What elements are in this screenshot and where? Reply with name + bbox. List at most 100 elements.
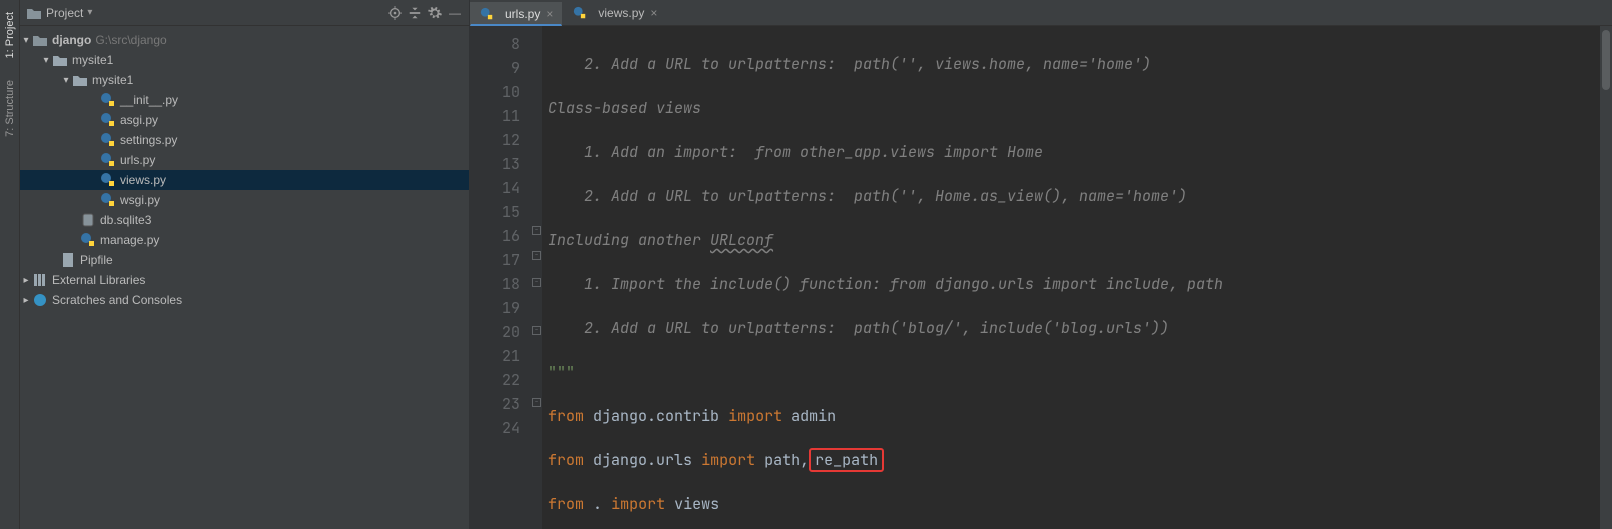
tree-file-db[interactable]: db.sqlite3 xyxy=(20,210,469,230)
python-file-icon xyxy=(100,152,116,168)
line-number[interactable]: 22 xyxy=(470,368,520,392)
tree-label: Pipfile xyxy=(80,253,113,267)
code-text: views xyxy=(674,494,719,514)
code-text: re_path xyxy=(815,450,878,470)
code-area: 89101112131415161718192021222324 - - - -… xyxy=(470,26,1612,529)
tree-root-path: G:\src\django xyxy=(95,33,166,47)
hide-panel-icon[interactable]: — xyxy=(445,3,465,23)
project-header: Project ▾ — xyxy=(20,0,469,26)
line-number[interactable]: 11 xyxy=(470,104,520,128)
scratches-icon xyxy=(32,292,48,308)
fold-marker[interactable]: - xyxy=(532,398,541,407)
tree-file-views[interactable]: views.py xyxy=(20,170,469,190)
code-editor[interactable]: 2. Add a URL to urlpatterns: path('', vi… xyxy=(542,26,1612,529)
fold-marker[interactable]: - xyxy=(532,226,541,235)
line-number[interactable]: 18 xyxy=(470,272,520,296)
close-icon[interactable]: × xyxy=(650,6,657,20)
tree-folder-mysite1-inner[interactable]: ▾ mysite1 xyxy=(20,70,469,90)
project-panel: Project ▾ — ▾ django G:\src\django ▾ xyxy=(20,0,470,529)
line-number[interactable]: 21 xyxy=(470,344,520,368)
tool-project[interactable]: 1: Project xyxy=(4,12,16,58)
fold-marker[interactable]: - xyxy=(532,251,541,260)
code-text: 1. Import the include() function: from d… xyxy=(548,274,1223,294)
settings-icon[interactable] xyxy=(425,3,445,23)
code-text: import xyxy=(701,450,755,470)
tool-structure[interactable]: 7: Structure xyxy=(4,80,16,137)
line-number[interactable]: 19 xyxy=(470,296,520,320)
tree-label: Scratches and Consoles xyxy=(52,293,182,307)
annotation-box-repath: re_path xyxy=(809,448,884,472)
project-header-title[interactable]: Project xyxy=(46,6,83,20)
code-text: """ xyxy=(548,362,575,382)
scrollbar-thumb[interactable] xyxy=(1602,30,1610,90)
python-file-icon xyxy=(100,92,116,108)
tab-label: views.py xyxy=(598,6,644,20)
code-text: admin xyxy=(791,406,836,426)
line-number[interactable]: 16 xyxy=(470,224,520,248)
tree-file-manage[interactable]: manage.py xyxy=(20,230,469,250)
tab-views[interactable]: views.py × xyxy=(563,1,666,25)
line-number[interactable]: 15 xyxy=(470,200,520,224)
python-file-icon xyxy=(80,232,96,248)
code-text: . xyxy=(593,494,602,514)
line-number[interactable]: 20 xyxy=(470,320,520,344)
line-number[interactable]: 10 xyxy=(470,80,520,104)
left-tool-strip: 1: Project 7: Structure xyxy=(0,0,20,529)
tree-file-urls[interactable]: urls.py xyxy=(20,150,469,170)
code-text: django.urls xyxy=(593,450,692,470)
tree-scratches[interactable]: ▸ Scratches and Consoles xyxy=(20,290,469,310)
close-icon[interactable]: × xyxy=(546,7,553,21)
code-text: import xyxy=(728,406,782,426)
tree-label: wsgi.py xyxy=(120,193,160,207)
python-file-icon xyxy=(100,132,116,148)
tab-urls[interactable]: urls.py × xyxy=(470,2,562,26)
line-number-gutter[interactable]: 89101112131415161718192021222324 xyxy=(470,26,530,529)
database-file-icon xyxy=(80,212,96,228)
line-number[interactable]: 17 xyxy=(470,248,520,272)
code-text: from xyxy=(548,494,584,514)
collapse-all-icon[interactable] xyxy=(405,3,425,23)
tree-label: asgi.py xyxy=(120,113,158,127)
tree-label: urls.py xyxy=(120,153,155,167)
tree-folder-mysite1[interactable]: ▾ mysite1 xyxy=(20,50,469,70)
folder-icon xyxy=(72,73,88,87)
project-tree[interactable]: ▾ django G:\src\django ▾ mysite1 ▾ mysit… xyxy=(20,26,469,529)
tree-file-settings[interactable]: settings.py xyxy=(20,130,469,150)
tree-root-label: django xyxy=(52,33,91,47)
tree-file-init[interactable]: __init__.py xyxy=(20,90,469,110)
line-number[interactable]: 24 xyxy=(470,416,520,440)
file-icon xyxy=(60,252,76,268)
code-text: 1. Add an import: from other_app.views i… xyxy=(548,142,1043,162)
tree-file-wsgi[interactable]: wsgi.py xyxy=(20,190,469,210)
tree-label: __init__.py xyxy=(120,93,178,107)
line-number[interactable]: 23 xyxy=(470,392,520,416)
line-number[interactable]: 9 xyxy=(470,56,520,80)
tree-file-pipfile[interactable]: Pipfile xyxy=(20,250,469,270)
tree-label: External Libraries xyxy=(52,273,145,287)
line-number[interactable]: 14 xyxy=(470,176,520,200)
tree-project-root[interactable]: ▾ django G:\src\django xyxy=(20,30,469,50)
code-text: Including another xyxy=(548,230,710,250)
code-text: import xyxy=(611,494,665,514)
line-number[interactable]: 12 xyxy=(470,128,520,152)
project-folder-icon xyxy=(26,6,42,20)
line-number[interactable]: 13 xyxy=(470,152,520,176)
locate-icon[interactable] xyxy=(385,3,405,23)
tree-external-libraries[interactable]: ▸ External Libraries xyxy=(20,270,469,290)
python-file-icon xyxy=(572,6,588,20)
tree-label: mysite1 xyxy=(92,73,133,87)
vertical-scrollbar[interactable] xyxy=(1600,26,1612,529)
fold-marker[interactable]: - xyxy=(532,278,541,287)
fold-gutter[interactable]: - - - - - xyxy=(530,26,542,529)
python-file-icon xyxy=(100,172,116,188)
project-dropdown-icon[interactable]: ▾ xyxy=(87,7,92,18)
fold-marker[interactable]: - xyxy=(532,326,541,335)
code-text: URLconf xyxy=(710,230,773,250)
tree-label: views.py xyxy=(120,173,166,187)
code-text: from xyxy=(548,450,584,470)
line-number[interactable]: 8 xyxy=(470,32,520,56)
library-icon xyxy=(32,272,48,288)
tree-file-asgi[interactable]: asgi.py xyxy=(20,110,469,130)
python-file-icon xyxy=(479,7,495,21)
python-file-icon xyxy=(100,112,116,128)
